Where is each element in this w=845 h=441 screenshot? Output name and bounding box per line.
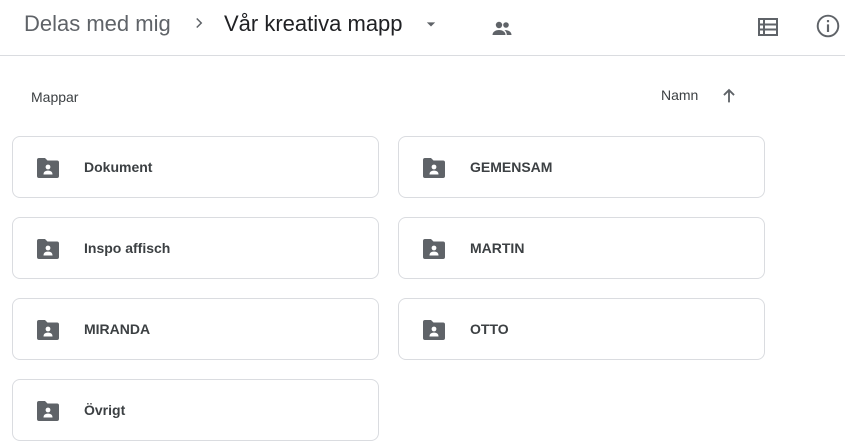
breadcrumb-current-folder[interactable]: Vår kreativa mapp	[224, 11, 403, 37]
folders-section-label: Mappar	[31, 89, 79, 105]
folder-name: OTTO	[470, 321, 509, 337]
folder-name: GEMENSAM	[470, 159, 553, 175]
sort-by-name-label[interactable]: Namn	[661, 87, 698, 103]
folder-name: MIRANDA	[84, 321, 151, 337]
chevron-right-icon	[196, 17, 203, 29]
folder-card[interactable]: Övrigt	[12, 379, 379, 441]
folder-card[interactable]: Dokument	[12, 136, 379, 198]
shared-folder-icon	[37, 158, 59, 178]
list-view-button[interactable]	[752, 11, 784, 43]
shared-folder-icon	[37, 320, 59, 340]
folder-name: Övrigt	[84, 402, 126, 418]
people-icon	[492, 21, 512, 35]
folder-card[interactable]: OTTO	[398, 298, 765, 360]
folder-card[interactable]: Inspo affisch	[12, 217, 379, 279]
arrow-up-icon[interactable]	[718, 85, 740, 107]
shared-folder-icon	[423, 320, 445, 340]
folder-name: Dokument	[84, 159, 153, 175]
folder-card[interactable]: MIRANDA	[12, 298, 379, 360]
shared-folder-icon	[423, 158, 445, 178]
info-button[interactable]	[812, 10, 844, 42]
list-view-icon	[758, 18, 778, 36]
folder-name: Inspo affisch	[84, 240, 171, 256]
shared-folder-icon	[37, 239, 59, 259]
shared-folder-icon	[423, 239, 445, 259]
folder-card[interactable]: MARTIN	[398, 217, 765, 279]
folder-card[interactable]: GEMENSAM	[398, 136, 765, 198]
caret-down-icon[interactable]	[421, 14, 441, 34]
folder-name: MARTIN	[470, 240, 525, 256]
info-icon	[816, 14, 840, 38]
top-bar: Delas med mig Vår kreativa mapp	[0, 0, 845, 56]
shared-folder-icon	[37, 401, 59, 421]
breadcrumb-root[interactable]: Delas med mig	[24, 11, 171, 37]
